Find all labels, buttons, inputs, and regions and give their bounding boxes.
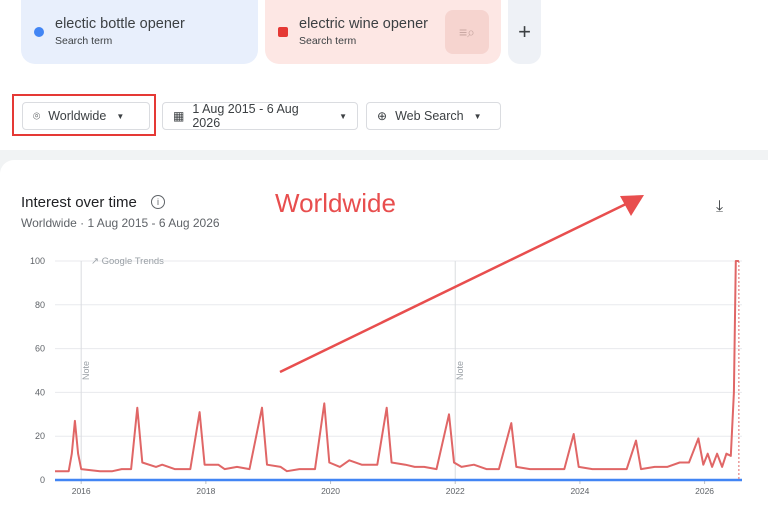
y-tick-label: 20	[35, 431, 45, 441]
y-tick-label: 0	[40, 475, 45, 485]
search-term-card-2[interactable]: electric wine opener Search term ≡⌕	[265, 0, 501, 64]
x-tick-label: 2026	[695, 486, 714, 496]
x-tick-label: 2016	[72, 486, 91, 496]
date-range-label: 1 Aug 2015 - 6 Aug 2026	[192, 102, 299, 130]
search-term-name[interactable]: electic bottle opener	[55, 16, 205, 32]
calendar-icon: ▦	[173, 109, 185, 123]
series-line-wine-opener	[55, 260, 739, 473]
annotation-arrow-shaft	[279, 201, 629, 374]
highlight-box	[12, 94, 156, 136]
chevron-down-icon: ▼	[473, 111, 482, 121]
refine-search-icon[interactable]: ≡⌕	[445, 10, 489, 54]
google-trends-watermark: ↗ Google Trends	[91, 256, 164, 267]
search-type-label: Web Search	[395, 109, 464, 123]
date-range-filter[interactable]: ▦ 1 Aug 2015 - 6 Aug 2026 ▼	[162, 102, 358, 130]
y-tick-label: 100	[30, 256, 45, 266]
y-tick-label: 40	[35, 387, 45, 397]
x-tick-label: 2020	[321, 486, 340, 496]
search-term-card-1[interactable]: electic bottle opener Search term	[21, 0, 258, 64]
x-tick-label: 2018	[196, 486, 215, 496]
chevron-down-icon: ▼	[339, 111, 347, 121]
y-tick-label: 60	[35, 344, 45, 354]
note-label: Note	[455, 361, 465, 380]
search-type-filter[interactable]: ⊕ Web Search ▼	[366, 102, 501, 130]
series-color-dot-blue	[34, 27, 44, 37]
x-tick-label: 2024	[570, 486, 589, 496]
search-terms-header: electic bottle opener Search term electr…	[0, 0, 768, 150]
note-label: Note	[81, 361, 91, 380]
globe-icon: ⊕	[377, 109, 388, 123]
y-tick-label: 80	[35, 300, 45, 310]
search-term-type: Search term	[55, 35, 113, 47]
interest-over-time-card: Interest over time i Worldwide · 1 Aug 2…	[0, 160, 768, 519]
interest-line-chart: 0 20 40 60 80 100 Note Note ↗ Google Trends 2016 2…	[30, 195, 742, 496]
search-term-name[interactable]: electric wine opener	[299, 16, 449, 32]
add-comparison-button[interactable]: +	[508, 0, 541, 64]
x-tick-label: 2022	[446, 486, 465, 496]
series-color-dot-red	[278, 27, 288, 37]
